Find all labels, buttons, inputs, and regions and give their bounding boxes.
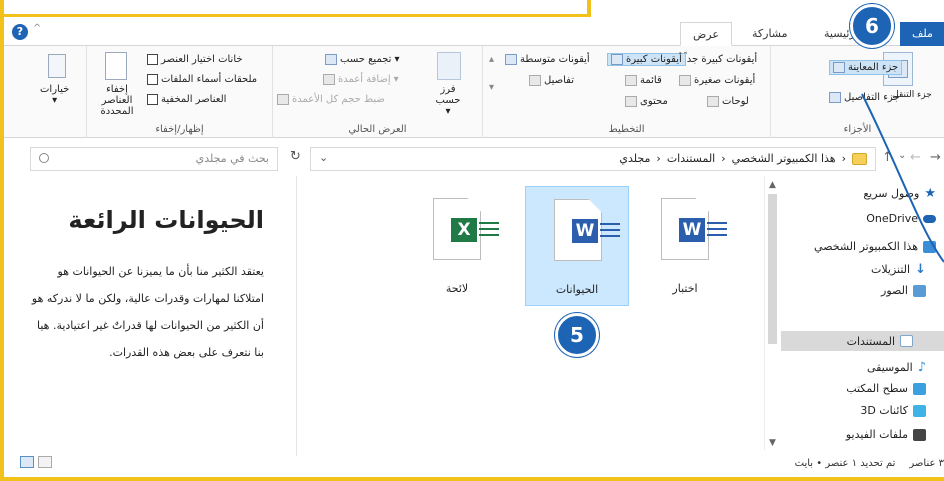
- callout-arrow: [861, 93, 944, 263]
- callout-5-badge: 5: [555, 313, 599, 357]
- callout-6-badge: 6: [850, 4, 894, 48]
